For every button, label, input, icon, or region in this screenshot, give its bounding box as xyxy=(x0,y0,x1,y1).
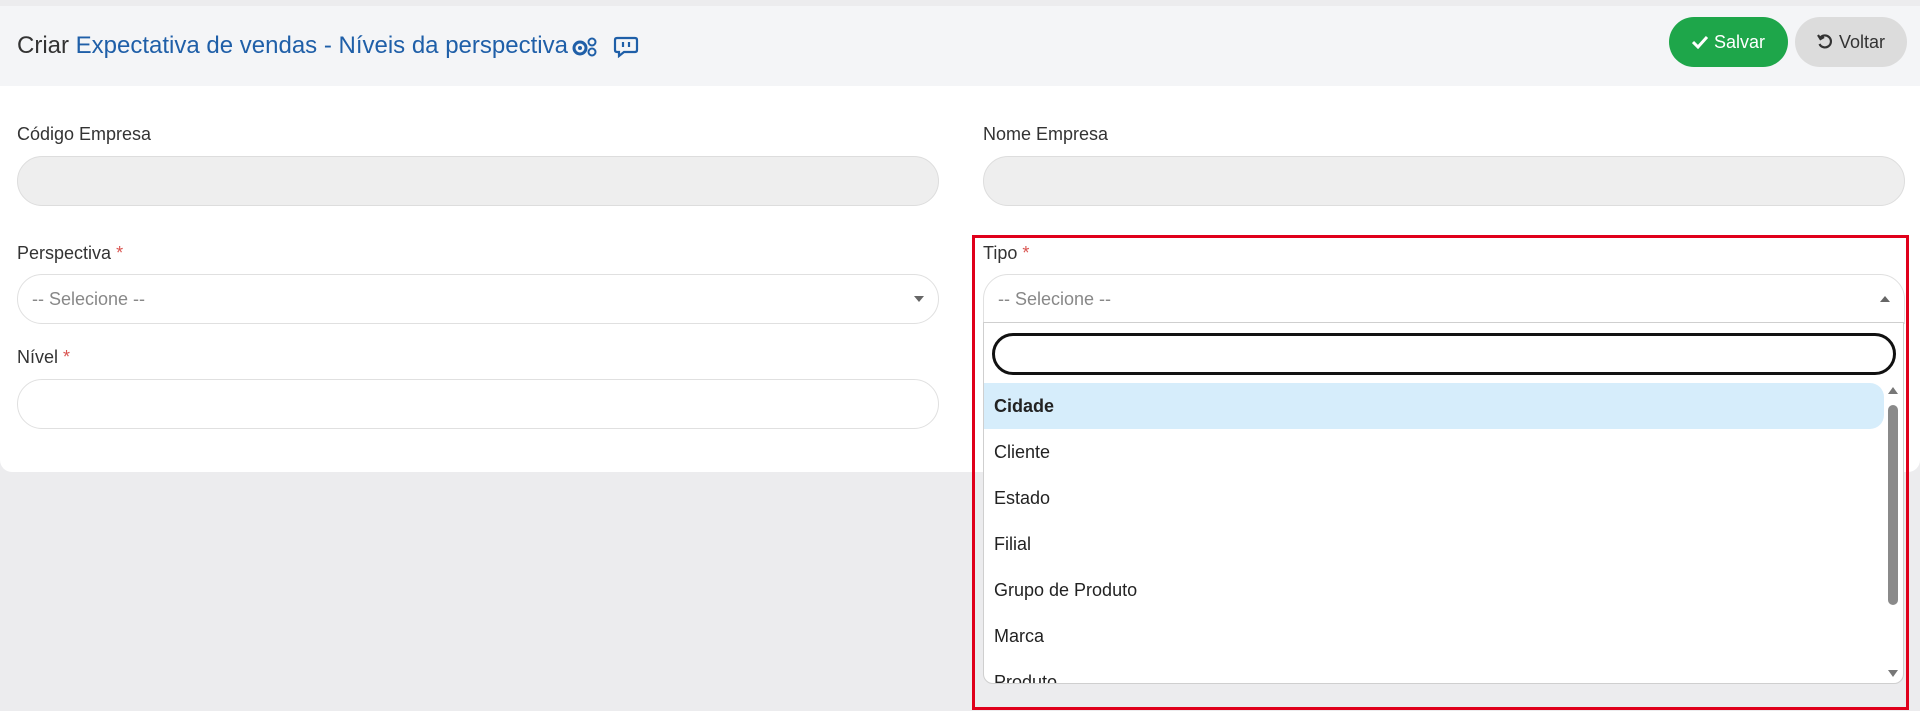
required-mark: * xyxy=(1022,243,1030,263)
title-icons xyxy=(572,33,639,61)
page-header: Criar Expectativa de vendas - Níveis da … xyxy=(0,6,1920,86)
scrollbar-thumb[interactable] xyxy=(1888,405,1898,605)
title-prefix: Criar xyxy=(17,32,69,59)
chevron-up-icon xyxy=(1880,296,1890,302)
dropdown-search-input[interactable] xyxy=(992,333,1896,375)
dropdown-option-grupo-de-produto[interactable]: Grupo de Produto xyxy=(984,567,1884,613)
dropdown-option-produto[interactable]: Produto xyxy=(984,659,1884,684)
codigo-empresa-field xyxy=(17,156,939,206)
gears-icon[interactable] xyxy=(572,37,598,57)
page-title: Criar Expectativa de vendas - Níveis da … xyxy=(17,32,639,61)
perspectiva-select[interactable]: -- Selecione -- xyxy=(17,274,939,324)
tipo-label-text: Tipo xyxy=(983,243,1018,263)
dropdown-option-cliente[interactable]: Cliente xyxy=(984,429,1884,475)
perspectiva-label: Perspectiva * xyxy=(17,243,123,264)
dropdown-option-cidade[interactable]: Cidade xyxy=(984,383,1884,429)
dropdown-option-filial[interactable]: Filial xyxy=(984,521,1884,567)
perspectiva-placeholder: -- Selecione -- xyxy=(32,288,146,309)
title-main: Expectativa de vendas - Níveis da perspe… xyxy=(75,32,568,59)
page: Criar Expectativa de vendas - Níveis da … xyxy=(0,0,1920,711)
back-button[interactable]: Voltar xyxy=(1795,17,1907,67)
nivel-input[interactable] xyxy=(17,379,939,429)
scroll-down-arrow-icon[interactable] xyxy=(1888,670,1898,677)
codigo-empresa-label: Código Empresa xyxy=(17,124,151,145)
tipo-placeholder: -- Selecione -- xyxy=(998,288,1112,309)
back-button-label: Voltar xyxy=(1838,31,1886,52)
required-mark: * xyxy=(116,243,124,263)
scroll-up-arrow-icon[interactable] xyxy=(1888,387,1898,394)
nome-empresa-label-text: Nome Empresa xyxy=(983,124,1109,144)
chat-icon[interactable] xyxy=(613,36,639,59)
nivel-label-text: Nível xyxy=(17,347,59,367)
dropdown-option-estado[interactable]: Estado xyxy=(984,475,1884,521)
save-button-label: Salvar xyxy=(1713,31,1766,52)
tipo-select[interactable]: -- Selecione -- xyxy=(983,274,1905,324)
perspectiva-label-text: Perspectiva xyxy=(17,243,112,263)
dropdown-scrollbar[interactable] xyxy=(1885,383,1901,681)
nivel-label: Nível * xyxy=(17,347,70,368)
required-mark: * xyxy=(63,347,71,367)
dropdown-option-marca[interactable]: Marca xyxy=(984,613,1884,659)
save-button[interactable]: Salvar xyxy=(1669,17,1788,67)
codigo-empresa-label-text: Código Empresa xyxy=(17,124,152,144)
chevron-down-icon xyxy=(914,296,924,302)
nome-empresa-field xyxy=(983,156,1905,206)
tipo-dropdown: Cidade Cliente Estado Filial Grupo de Pr… xyxy=(983,322,1904,684)
tipo-label: Tipo * xyxy=(983,243,1029,264)
nome-empresa-label: Nome Empresa xyxy=(983,124,1108,145)
undo-icon xyxy=(1817,34,1832,49)
dropdown-options-list: Cidade Cliente Estado Filial Grupo de Pr… xyxy=(984,383,1884,683)
check-icon xyxy=(1691,35,1708,49)
